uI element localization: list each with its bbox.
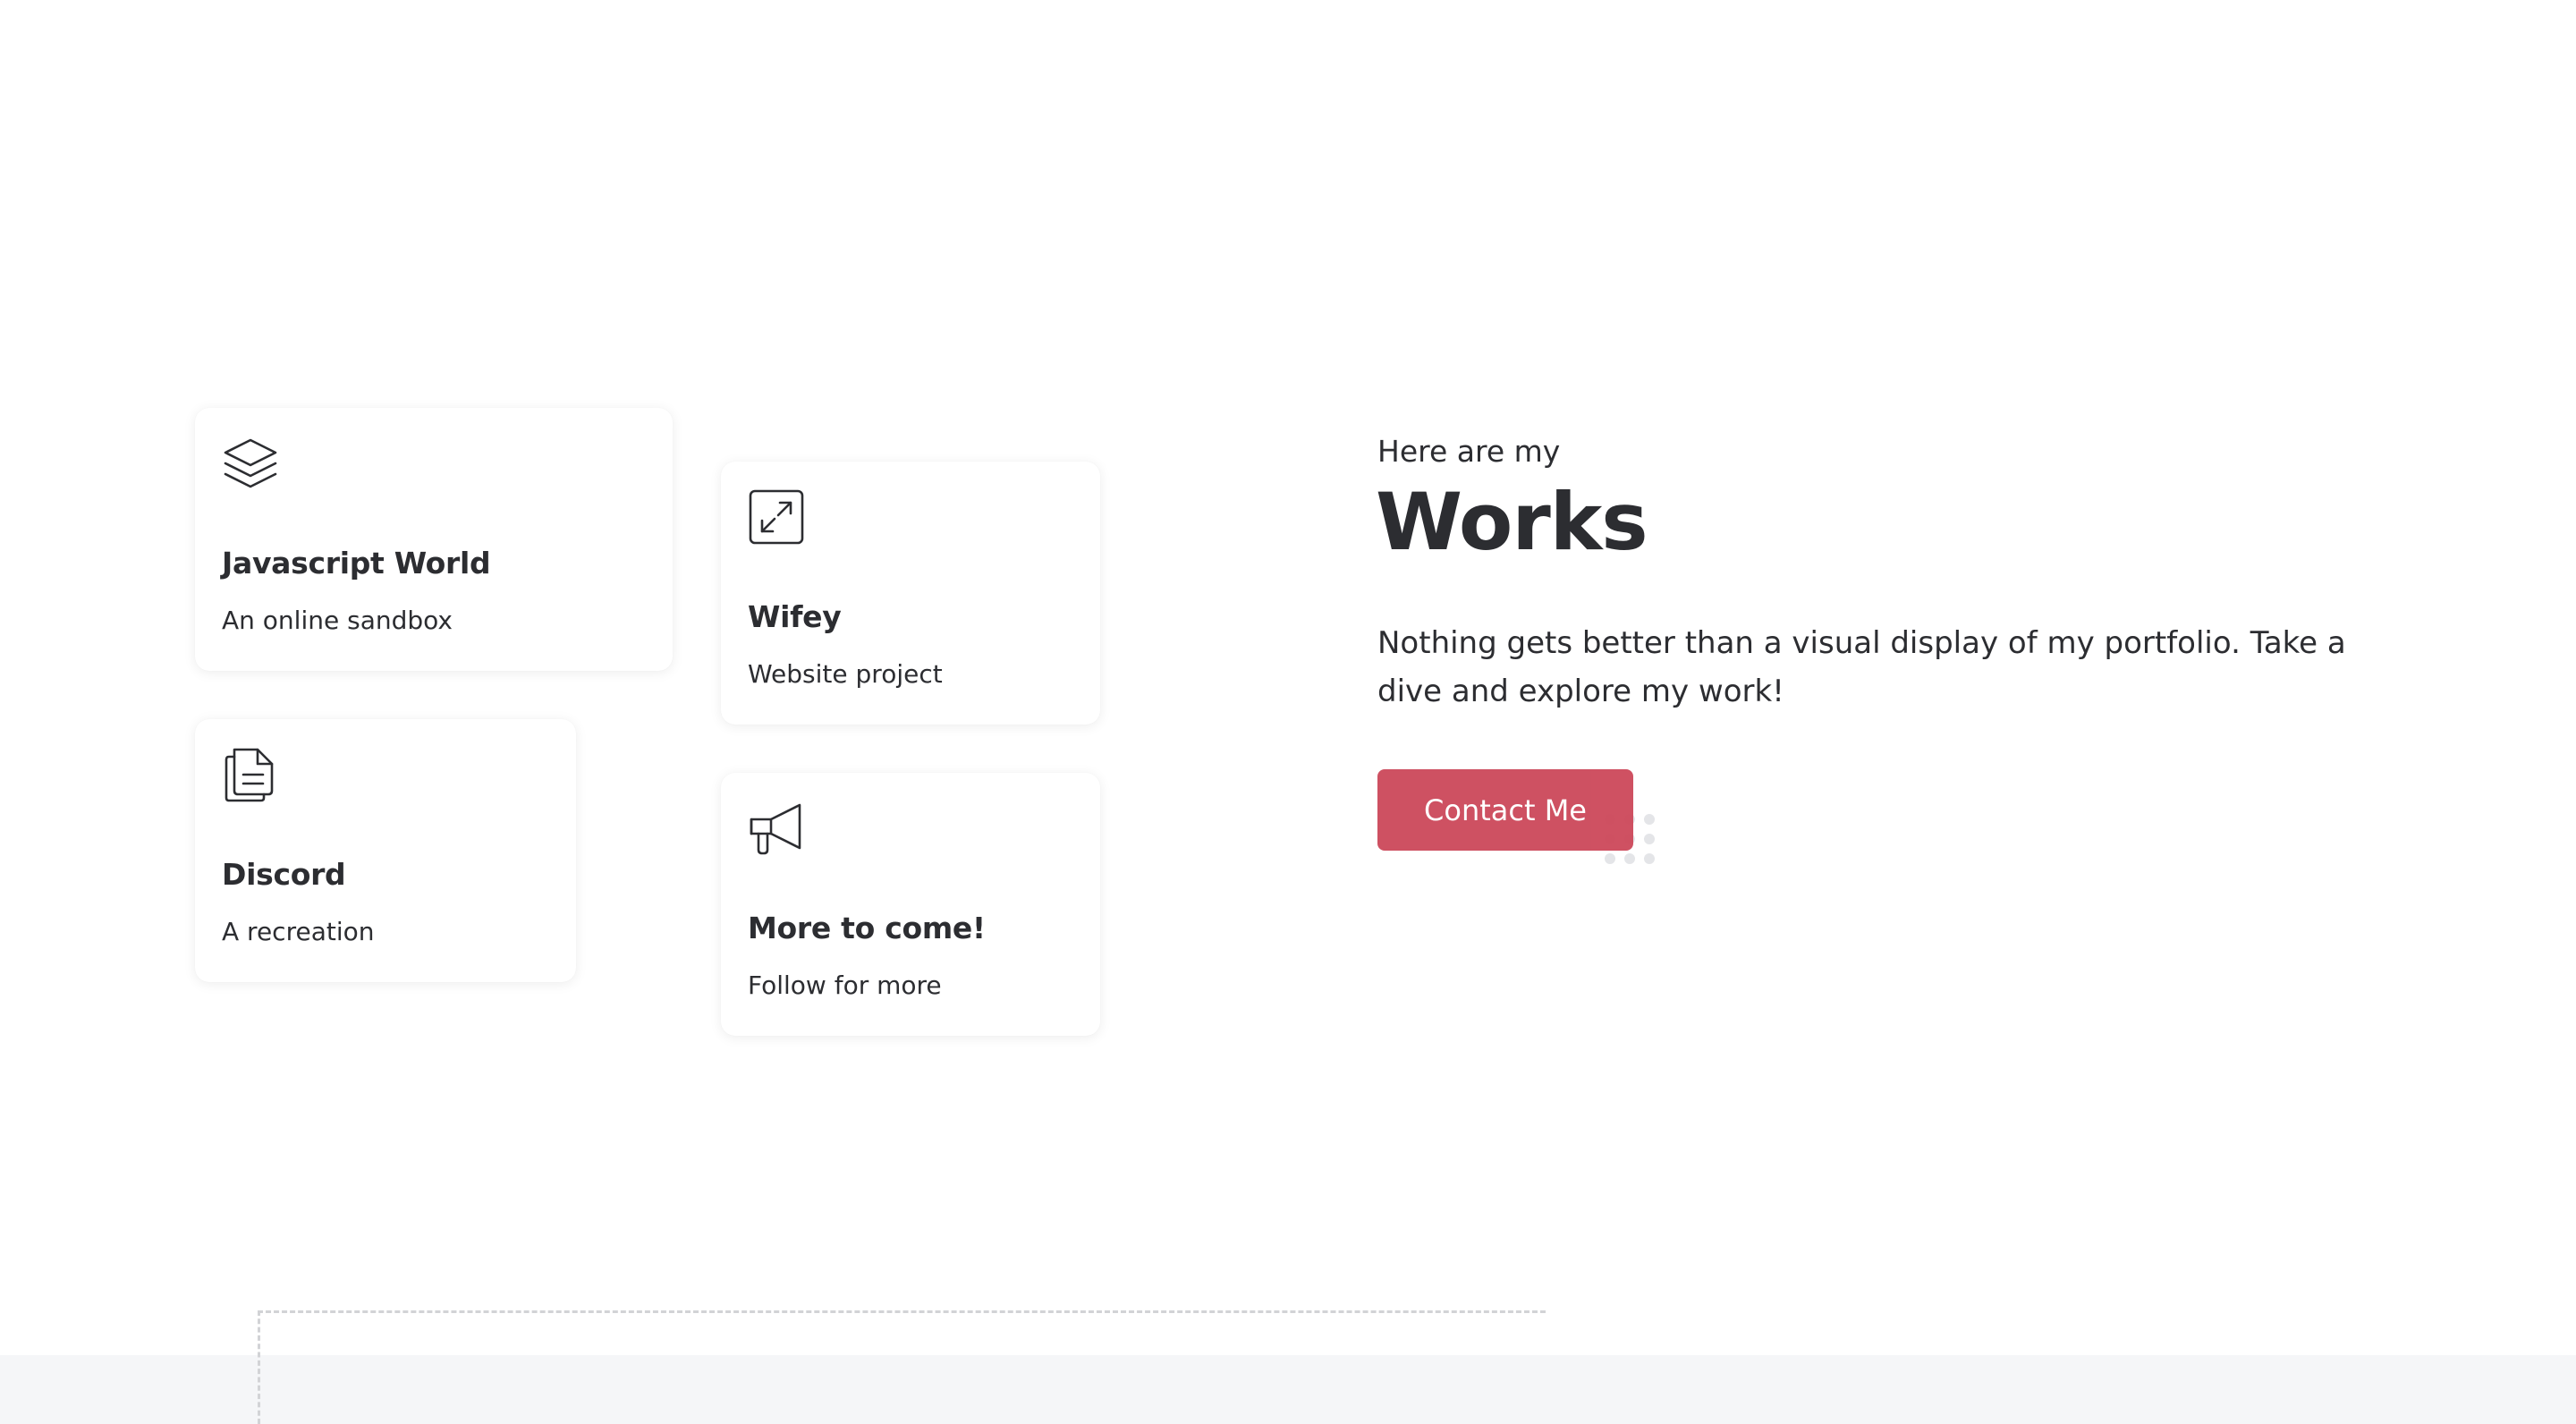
- card-subtitle: Website project: [748, 659, 943, 689]
- card-title: Javascript World: [222, 546, 491, 581]
- card-title: Wifey: [748, 599, 842, 634]
- footer-band: [0, 1355, 2576, 1424]
- contact-me-button[interactable]: Contact Me: [1377, 769, 1633, 851]
- maximize-icon: [748, 488, 805, 546]
- section-eyebrow: Here are my: [1377, 434, 1561, 469]
- work-card-javascript-world[interactable]: Javascript World An online sandbox: [195, 408, 673, 671]
- page-title: Works: [1376, 476, 1648, 568]
- work-card-discord[interactable]: Discord A recreation: [195, 719, 576, 982]
- dashed-divider: [258, 1310, 1546, 1313]
- megaphone-icon: [748, 800, 805, 857]
- dashed-divider-vertical: [258, 1310, 260, 1424]
- works-section: Javascript World An online sandbox Wifey…: [0, 0, 2576, 1424]
- card-subtitle: A recreation: [222, 917, 375, 946]
- section-description: Nothing gets better than a visual displa…: [1377, 625, 2346, 709]
- work-card-wifey[interactable]: Wifey Website project: [721, 462, 1100, 725]
- card-title: Discord: [222, 857, 346, 892]
- layers-icon: [222, 435, 279, 492]
- card-subtitle: Follow for more: [748, 971, 942, 1000]
- card-title: More to come!: [748, 911, 986, 945]
- work-card-more-to-come[interactable]: More to come! Follow for more: [721, 773, 1100, 1036]
- cta-group: Contact Me: [1377, 769, 1664, 868]
- document-icon: [222, 746, 279, 803]
- card-subtitle: An online sandbox: [222, 606, 453, 635]
